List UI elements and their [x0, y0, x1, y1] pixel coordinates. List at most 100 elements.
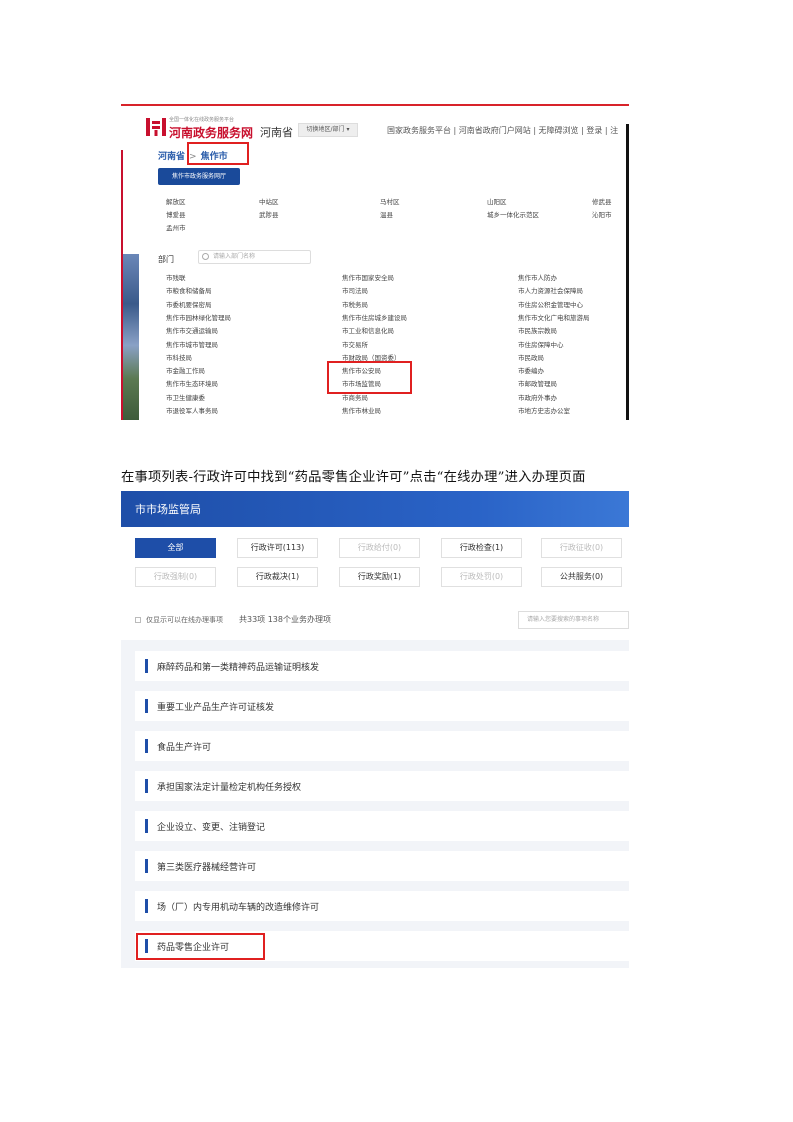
item-count: 共33项 138个业务办理项	[239, 615, 331, 624]
department-link[interactable]: 市科技局	[166, 352, 192, 362]
online-only-label: 仅显示可以在线办理事项	[146, 616, 223, 624]
district-link[interactable]: 温县	[380, 209, 393, 219]
district-link[interactable]: 中站区	[259, 196, 279, 206]
department-link[interactable]: 焦作市人防办	[518, 272, 557, 282]
department-link[interactable]: 市财政局（国资委）	[342, 352, 401, 362]
instruction-caption: 在事项列表-行政许可中找到“药品零售企业许可”点击“在线办理”进入办理页面	[121, 470, 586, 485]
item-marker	[145, 899, 148, 913]
department-link[interactable]: 市地方史志办公室	[518, 405, 570, 415]
item-marker	[145, 739, 148, 753]
department-link[interactable]: 市人力资源社会保障局	[518, 285, 583, 295]
breadcrumb-province[interactable]: 河南省	[158, 152, 185, 162]
department-link[interactable]: 市商务局	[342, 392, 368, 402]
department-link[interactable]: 市卫生健康委	[166, 392, 205, 402]
screenshot-henan-portal: 全国一体化在线政务服务平台 河南政务服务网 河南省 切换地区/部门 ▾ 国家政务…	[121, 104, 629, 420]
filter-button[interactable]: 全部	[135, 538, 216, 558]
service-item[interactable]: 第三类医疗器械经营许可	[135, 851, 629, 881]
screenshot-market-bureau: 市市场监管局 全部 行政许可(113) 行政给付(0) 行政检查(1) 行政征收(0) 行…	[121, 491, 629, 968]
item-marker	[145, 699, 148, 713]
district-link[interactable]: 修武县	[592, 196, 612, 206]
department-link[interactable]: 焦作市城市管理局	[166, 339, 218, 349]
service-item[interactable]: 企业设立、变更、注销登记	[135, 811, 629, 841]
service-item[interactable]: 重要工业产品生产许可证核发	[135, 691, 629, 721]
logo-subtitle: 全国一体化在线政务服务平台	[169, 117, 235, 123]
department-link[interactable]: 焦作市公安局	[342, 365, 381, 375]
department-link[interactable]: 市粮食和储备局	[166, 285, 212, 295]
filter-button[interactable]: 行政给付(0)	[339, 538, 420, 558]
city-hall-button[interactable]: 焦作市政务服务网厅	[158, 168, 240, 185]
henan-logo-icon	[146, 118, 166, 136]
service-item[interactable]: 食品生产许可	[135, 731, 629, 761]
district-link[interactable]: 城乡一体化示范区	[487, 209, 539, 219]
department-link[interactable]: 焦作市国家安全局	[342, 272, 394, 282]
switch-region-button[interactable]: 切换地区/部门 ▾	[298, 123, 358, 137]
department-link[interactable]: 焦作市林业局	[342, 405, 381, 415]
bureau-title: 市市场监管局	[135, 503, 201, 516]
province-label: 河南省	[260, 126, 293, 139]
service-item-title: 食品生产许可	[157, 743, 212, 753]
service-item[interactable]: 场（厂）内专用机动车辆的改造维修许可	[135, 891, 629, 921]
department-link[interactable]: 市司法局	[342, 285, 368, 295]
item-marker	[145, 819, 148, 833]
department-link[interactable]: 市税务局	[342, 299, 368, 309]
filter-button[interactable]: 行政检查(1)	[441, 538, 522, 558]
online-only-checkbox[interactable]	[135, 617, 141, 623]
district-link[interactable]: 博爱县	[166, 209, 186, 219]
left-banner-photo	[123, 254, 139, 420]
department-link[interactable]: 市住房保障中心	[518, 339, 564, 349]
filter-button[interactable]: 行政奖励(1)	[339, 567, 420, 587]
right-edge-strip	[626, 124, 629, 420]
department-link[interactable]: 焦作市住房城乡建设局	[342, 312, 407, 322]
department-link[interactable]: 市市场监管局	[342, 378, 381, 388]
district-link[interactable]: 解放区	[166, 196, 186, 206]
department-link[interactable]: 焦作市文化广电和旅游局	[518, 312, 590, 322]
department-link[interactable]: 市金融工作局	[166, 365, 205, 375]
department-link[interactable]: 市住房公积金管理中心	[518, 299, 583, 309]
item-search-input[interactable]: 请输入您要搜索的事项名称	[518, 611, 629, 629]
department-link[interactable]: 市气象局	[342, 418, 368, 420]
service-item-title: 麻醉药品和第一类精神药品运输证明核发	[157, 663, 320, 673]
highlight-box-pharmacy-license	[136, 933, 265, 960]
filter-button[interactable]: 行政裁决(1)	[237, 567, 318, 587]
department-link[interactable]: 焦作市交通运输局	[166, 325, 218, 335]
top-links[interactable]: 国家政务服务平台 | 河南省政府门户网站 | 无障碍浏览 | 登录 | 注	[387, 125, 618, 136]
department-link[interactable]: 市民族宗教局	[518, 325, 557, 335]
item-marker	[145, 659, 148, 673]
department-link[interactable]: 市民政局	[518, 352, 544, 362]
filter-button[interactable]: 行政征收(0)	[541, 538, 622, 558]
department-link[interactable]: 市政府外事办	[518, 392, 557, 402]
department-search-placeholder: 请输入部门名称	[213, 253, 256, 260]
department-link[interactable]: 市残联	[166, 272, 186, 282]
item-marker	[145, 779, 148, 793]
district-link[interactable]: 马村区	[380, 196, 400, 206]
filter-button[interactable]: 公共服务(0)	[541, 567, 622, 587]
department-search-input[interactable]: 请输入部门名称	[198, 250, 311, 264]
department-link[interactable]: 市邮政管理局	[518, 378, 557, 388]
department-link[interactable]: 市医疗保障局	[518, 418, 557, 420]
filter-button[interactable]: 行政许可(113)	[237, 538, 318, 558]
service-item-title: 承担国家法定计量检定机构任务授权	[157, 783, 302, 793]
bureau-header: 市市场监管局	[121, 491, 629, 527]
district-link[interactable]: 武陟县	[259, 209, 279, 219]
service-item-title: 第三类医疗器械经营许可	[157, 863, 257, 873]
filter-button[interactable]: 行政处罚(0)	[441, 567, 522, 587]
top-red-bar	[121, 104, 629, 106]
department-link[interactable]: 市委机要保密局	[166, 299, 212, 309]
service-item-title: 企业设立、变更、注销登记	[157, 823, 266, 833]
department-link[interactable]: 焦作市园林绿化管理局	[166, 312, 231, 322]
district-link[interactable]: 孟州市	[166, 222, 186, 232]
department-link[interactable]: 市交易所	[342, 339, 368, 349]
service-item[interactable]: 麻醉药品和第一类精神药品运输证明核发	[135, 651, 629, 681]
department-link[interactable]: 焦作市生态环境局	[166, 378, 218, 388]
department-link[interactable]: 市退役军人事务局	[166, 405, 218, 415]
logo-title: 河南政务服务网	[169, 126, 254, 140]
district-link[interactable]: 山阳区	[487, 196, 507, 206]
highlight-box-city	[187, 142, 249, 165]
department-link[interactable]: 市委编办	[518, 365, 544, 375]
filter-button[interactable]: 行政强制(0)	[135, 567, 216, 587]
district-link[interactable]: 沁阳市	[592, 209, 612, 219]
department-label: 部门	[158, 255, 174, 264]
department-link[interactable]: 市工业和信息化局	[342, 325, 394, 335]
service-item[interactable]: 承担国家法定计量检定机构任务授权	[135, 771, 629, 801]
department-link[interactable]: 市教育局	[166, 418, 192, 420]
